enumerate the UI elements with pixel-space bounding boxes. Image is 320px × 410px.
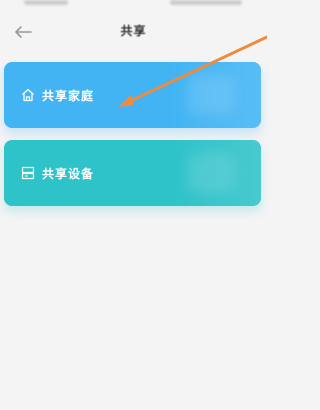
status-bar — [0, 0, 267, 10]
page-title: 共享 — [120, 24, 147, 38]
share-device-card[interactable]: 共享设备 — [4, 140, 261, 206]
header: 共享 — [0, 12, 267, 52]
share-device-label: 共享设备 — [42, 166, 95, 181]
share-home-label: 共享家庭 — [42, 88, 95, 103]
share-home-card[interactable]: 共享家庭 — [4, 62, 261, 128]
status-icons — [170, 0, 242, 5]
status-time — [24, 0, 68, 5]
card-gradient — [171, 62, 261, 128]
card-gradient — [171, 140, 261, 206]
home-icon — [22, 88, 34, 102]
device-icon — [21, 166, 35, 180]
